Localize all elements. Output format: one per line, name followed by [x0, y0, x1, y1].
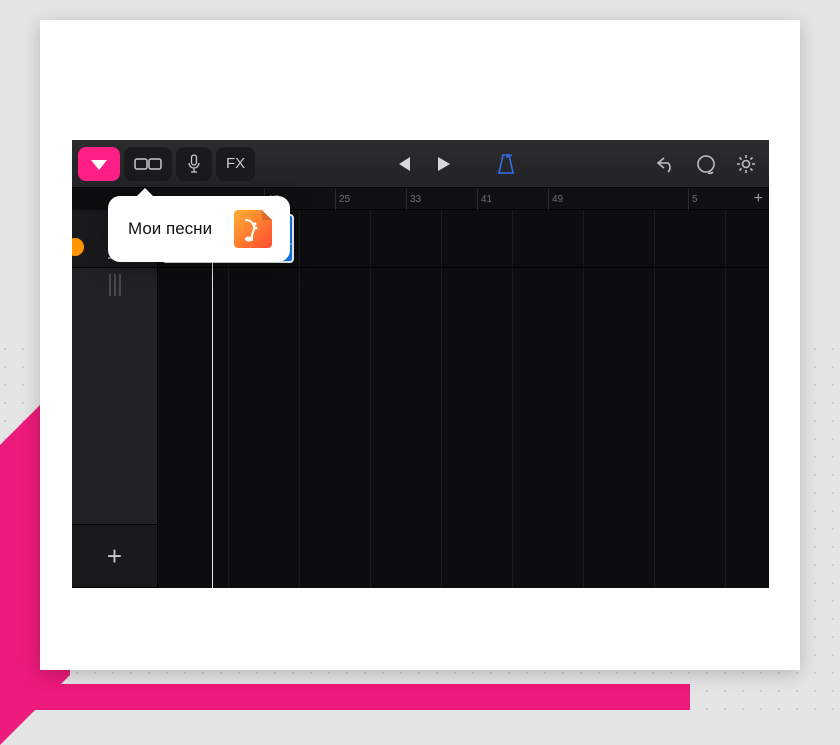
toolbar-right	[655, 153, 763, 175]
loop-browser-button[interactable]	[695, 153, 717, 175]
my-songs-button[interactable]	[78, 147, 120, 181]
garageband-app: FX	[72, 140, 769, 588]
tracks-view-button[interactable]	[124, 147, 172, 181]
metronome-button[interactable]	[496, 153, 516, 175]
outer-window-frame: FX	[40, 20, 800, 670]
ruler-mark: 5	[692, 194, 698, 205]
garageband-document-icon	[234, 210, 272, 248]
track-header-empty[interactable]	[72, 268, 157, 524]
undo-button[interactable]	[655, 155, 677, 173]
ruler-mark: 33	[410, 194, 421, 205]
track-headers: +	[72, 210, 158, 588]
my-songs-popover[interactable]: Мои песни	[108, 196, 290, 262]
add-section-button[interactable]: +	[754, 190, 763, 208]
add-track-button[interactable]: +	[72, 524, 157, 588]
ruler-mark: 49	[552, 194, 563, 205]
ruler-mark: 25	[339, 194, 350, 205]
tracks-area[interactable]: Get In Th…-Ding) 2	[158, 210, 769, 588]
transport-controls	[394, 153, 516, 175]
drag-handle-icon	[109, 274, 121, 296]
toolbar: FX	[72, 140, 769, 188]
microphone-button[interactable]	[176, 147, 212, 181]
decorative-pink-bar	[0, 684, 690, 710]
playhead[interactable]	[212, 210, 213, 588]
settings-button[interactable]	[735, 153, 757, 175]
workspace: + Get In Th…-Ding) 2	[72, 210, 769, 588]
fx-button[interactable]: FX	[216, 147, 255, 181]
go-to-start-button[interactable]	[394, 155, 412, 173]
popover-title: Мои песни	[128, 219, 212, 239]
play-button[interactable]	[434, 155, 452, 173]
ruler-mark: 41	[481, 194, 492, 205]
